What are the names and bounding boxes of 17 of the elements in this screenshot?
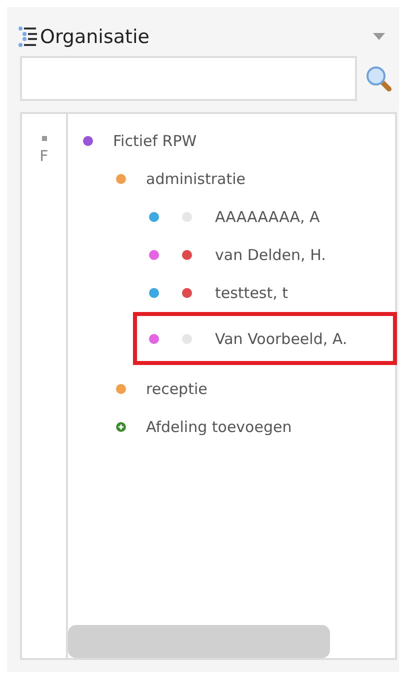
panel-title: Organisatie — [40, 26, 150, 48]
scrollbar-thumb[interactable] — [68, 625, 330, 658]
tree-item[interactable]: Fictief RPW — [68, 122, 395, 160]
tree-item[interactable]: Afdeling toevoegen — [68, 408, 395, 446]
tree-item[interactable]: van Delden, H. — [68, 236, 395, 274]
square-icon — [42, 136, 46, 141]
tree-item[interactable]: AAAAAAAA, A — [68, 198, 395, 236]
tree-item[interactable]: administratie — [68, 160, 395, 198]
search-icon[interactable] — [366, 66, 392, 92]
highlighted-tree-item[interactable]: Van Voorbeeld, A. — [133, 312, 397, 365]
tree-item[interactable]: testtest, t — [68, 274, 395, 312]
search-field[interactable] — [20, 56, 357, 101]
tree-item[interactable]: receptie — [68, 370, 395, 408]
caret-icon[interactable] — [373, 33, 385, 41]
gutter-label: F — [40, 147, 48, 165]
add-icon[interactable] — [116, 422, 126, 432]
list-icon — [18, 26, 38, 48]
